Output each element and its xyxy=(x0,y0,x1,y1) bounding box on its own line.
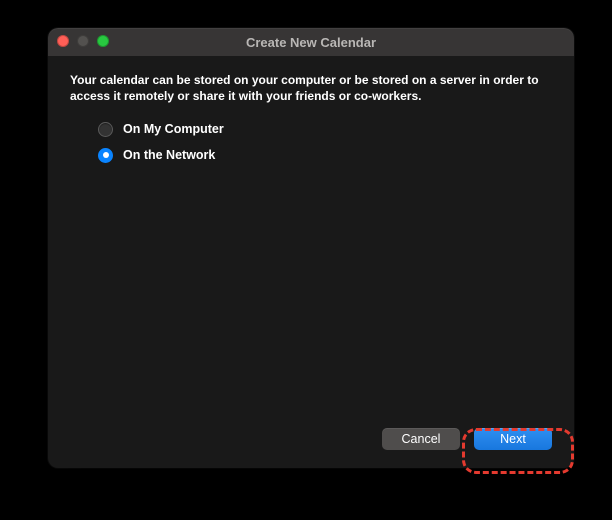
radio-label: On My Computer xyxy=(123,122,224,136)
radio-icon xyxy=(98,148,113,163)
dialog-window: Create New Calendar Your calendar can be… xyxy=(48,28,574,468)
zoom-icon[interactable] xyxy=(97,35,109,47)
radio-on-my-computer[interactable]: On My Computer xyxy=(98,116,552,142)
radio-label: On the Network xyxy=(123,148,215,162)
close-icon[interactable] xyxy=(57,35,69,47)
radio-on-the-network[interactable]: On the Network xyxy=(98,142,552,168)
minimize-icon xyxy=(77,35,89,47)
radio-icon xyxy=(98,122,113,137)
intro-text: Your calendar can be stored on your comp… xyxy=(70,72,552,104)
dialog-content: Your calendar can be stored on your comp… xyxy=(48,56,574,468)
button-row: Cancel Next xyxy=(382,428,552,450)
cancel-button[interactable]: Cancel xyxy=(382,428,460,450)
window-controls xyxy=(57,35,109,47)
storage-radio-group: On My Computer On the Network xyxy=(98,116,552,168)
next-button[interactable]: Next xyxy=(474,428,552,450)
window-title: Create New Calendar xyxy=(246,35,376,50)
titlebar: Create New Calendar xyxy=(48,28,574,56)
